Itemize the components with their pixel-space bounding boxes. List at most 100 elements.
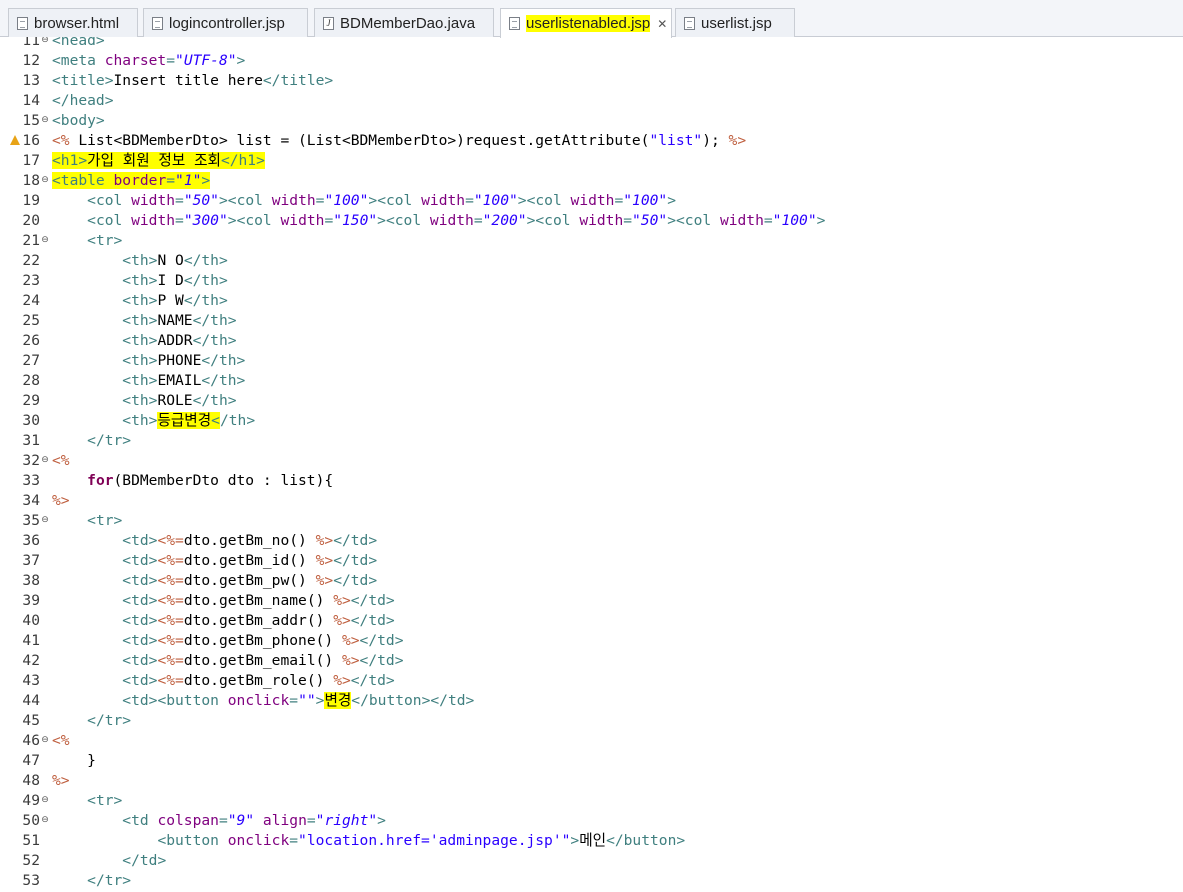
code-line[interactable]: 37 <td><%=dto.getBm_id() %></td>	[0, 551, 1183, 571]
code-line[interactable]: 38 <td><%=dto.getBm_pw() %></td>	[0, 571, 1183, 591]
code-token: <%=	[157, 672, 184, 689]
code-token: <td>	[122, 632, 158, 649]
code-token: <%=	[157, 552, 184, 569]
code-line[interactable]: 23 <th>I D</th>	[0, 271, 1183, 291]
code-line[interactable]: 33 for(BDMemberDto dto : list){	[0, 471, 1183, 491]
fold-toggle-icon[interactable]: ⊖	[40, 791, 50, 809]
code-token: =	[218, 812, 228, 829]
code-line[interactable]: 44 <td><button onclick="">변경</button></t…	[0, 691, 1183, 711]
warning-icon[interactable]	[10, 135, 20, 145]
fold-toggle-icon[interactable]: ⊖	[40, 111, 50, 129]
code-token: <col	[87, 192, 132, 209]
code-line[interactable]: 18 ⊖ <table border="1">	[0, 171, 1183, 191]
tab-logincontroller-jsp[interactable]: logincontroller.jsp	[143, 8, 308, 37]
code-line[interactable]: 41 <td><%=dto.getBm_phone() %></td>	[0, 631, 1183, 651]
code-line[interactable]: 19 <col width="50"><col width="100"><col…	[0, 191, 1183, 211]
code-token: "right"	[315, 812, 378, 829]
tab-userlistenabled-jsp[interactable]: userlistenabled.jsp ✕	[500, 8, 672, 38]
fold-toggle-icon[interactable]: ⊖	[40, 37, 50, 49]
code-token: P W	[157, 292, 184, 309]
code-line[interactable]: 16 <% List<BDMemberDto> list = (List<BDMe…	[0, 131, 1183, 151]
code-line[interactable]: 51 <button onclick="location.href='admin…	[0, 831, 1183, 851]
code-line[interactable]: 46 ⊖ <%	[0, 731, 1183, 751]
code-line[interactable]: 12 <meta charset="UTF-8">	[0, 51, 1183, 71]
code-line[interactable]: 15 ⊖ <body>	[0, 111, 1183, 131]
code-line[interactable]: 30 <th>등급변경</th>	[0, 411, 1183, 431]
code-line[interactable]: 53 </tr>	[0, 871, 1183, 891]
code-line[interactable]: 31 </tr>	[0, 431, 1183, 451]
close-icon[interactable]: ✕	[657, 17, 667, 31]
code-token: </td>	[350, 592, 395, 609]
code-line[interactable]: 21 ⊖ <tr>	[0, 231, 1183, 251]
code-line[interactable]: 47 }	[0, 751, 1183, 771]
code-line[interactable]: 24 <th>P W</th>	[0, 291, 1183, 311]
code-text: <th>ADDR</th>	[52, 331, 236, 351]
code-line[interactable]: 25 <th>NAME</th>	[0, 311, 1183, 331]
code-token: </td>	[359, 652, 404, 669]
code-line[interactable]: 40 <td><%=dto.getBm_addr() %></td>	[0, 611, 1183, 631]
code-line[interactable]: 39 <td><%=dto.getBm_name() %></td>	[0, 591, 1183, 611]
code-line[interactable]: 32 ⊖ <%	[0, 451, 1183, 471]
tab-browser-html[interactable]: browser.html	[8, 8, 138, 37]
tab-userlist-jsp[interactable]: userlist.jsp	[675, 8, 795, 37]
code-line[interactable]: 43 <td><%=dto.getBm_role() %></td>	[0, 671, 1183, 691]
line-number: 22	[22, 252, 40, 269]
code-token: </th>	[183, 292, 228, 309]
code-line[interactable]: 45 </tr>	[0, 711, 1183, 731]
code-editor[interactable]: 11 ⊖ <head> 12 <meta charset="UTF-8"> 13 <titl…	[0, 37, 1183, 892]
code-token: Insert title here	[113, 72, 263, 89]
code-line[interactable]: 49 ⊖ <tr>	[0, 791, 1183, 811]
code-token: "100"	[623, 192, 668, 209]
code-token: "UTF-8"	[175, 52, 237, 69]
code-line[interactable]: 22 <th>N O</th>	[0, 251, 1183, 271]
code-token: dto.getBm_addr()	[183, 612, 334, 629]
code-line[interactable]: 36 <td><%=dto.getBm_no() %></td>	[0, 531, 1183, 551]
fold-toggle-icon[interactable]: ⊖	[40, 171, 50, 189]
tab-label: logincontroller.jsp	[169, 14, 285, 32]
code-line[interactable]: 34 %>	[0, 491, 1183, 511]
code-text: <th>P W</th>	[52, 291, 228, 311]
code-line[interactable]: 35 ⊖ <tr>	[0, 511, 1183, 531]
code-line[interactable]: 50 ⊖ <td colspan="9" align="right">	[0, 811, 1183, 831]
line-number: 33	[22, 472, 40, 489]
code-line[interactable]: 11 ⊖ <head>	[0, 37, 1183, 51]
code-line[interactable]: 29 <th>ROLE</th>	[0, 391, 1183, 411]
tab-bdmemberdao-java[interactable]: J BDMemberDao.java	[314, 8, 494, 37]
code-line[interactable]: 14 </head>	[0, 91, 1183, 111]
code-token: colspan	[157, 812, 219, 829]
code-line[interactable]: 48 %>	[0, 771, 1183, 791]
fold-toggle-icon[interactable]: ⊖	[40, 231, 50, 249]
code-text: <td><%=dto.getBm_no() %></td>	[52, 531, 377, 551]
code-line[interactable]: 20 <col width="300"><col width="150"><co…	[0, 211, 1183, 231]
code-line[interactable]: 13 <title>Insert title here</title>	[0, 71, 1183, 91]
code-token: </head>	[52, 92, 114, 109]
code-line[interactable]: 42 <td><%=dto.getBm_email() %></td>	[0, 651, 1183, 671]
code-line[interactable]: 28 <th>EMAIL</th>	[0, 371, 1183, 391]
code-token: =	[614, 192, 624, 209]
line-number: 15	[22, 112, 40, 129]
fold-toggle-icon[interactable]: ⊖	[40, 511, 50, 529]
code-token: <td>	[122, 532, 158, 549]
code-token: <td>	[122, 692, 158, 709]
line-number: 20	[22, 212, 40, 229]
code-text: <tr>	[52, 791, 122, 811]
code-token: %>	[52, 492, 70, 509]
fold-toggle-icon[interactable]: ⊖	[40, 451, 50, 469]
code-line[interactable]: 26 <th>ADDR</th>	[0, 331, 1183, 351]
code-line[interactable]: 27 <th>PHONE</th>	[0, 351, 1183, 371]
code-text: <head>	[52, 37, 105, 51]
line-number: 23	[22, 272, 40, 289]
code-token: =	[324, 212, 334, 229]
code-token: onclick	[227, 832, 290, 849]
fold-toggle-icon[interactable]: ⊖	[40, 731, 50, 749]
fold-toggle-icon[interactable]: ⊖	[40, 811, 50, 829]
code-token: <th>	[122, 372, 158, 389]
code-line[interactable]: 52 </td>	[0, 851, 1183, 871]
code-line[interactable]: 17 <h1>가입 회원 정보 조회</h1>	[0, 151, 1183, 171]
